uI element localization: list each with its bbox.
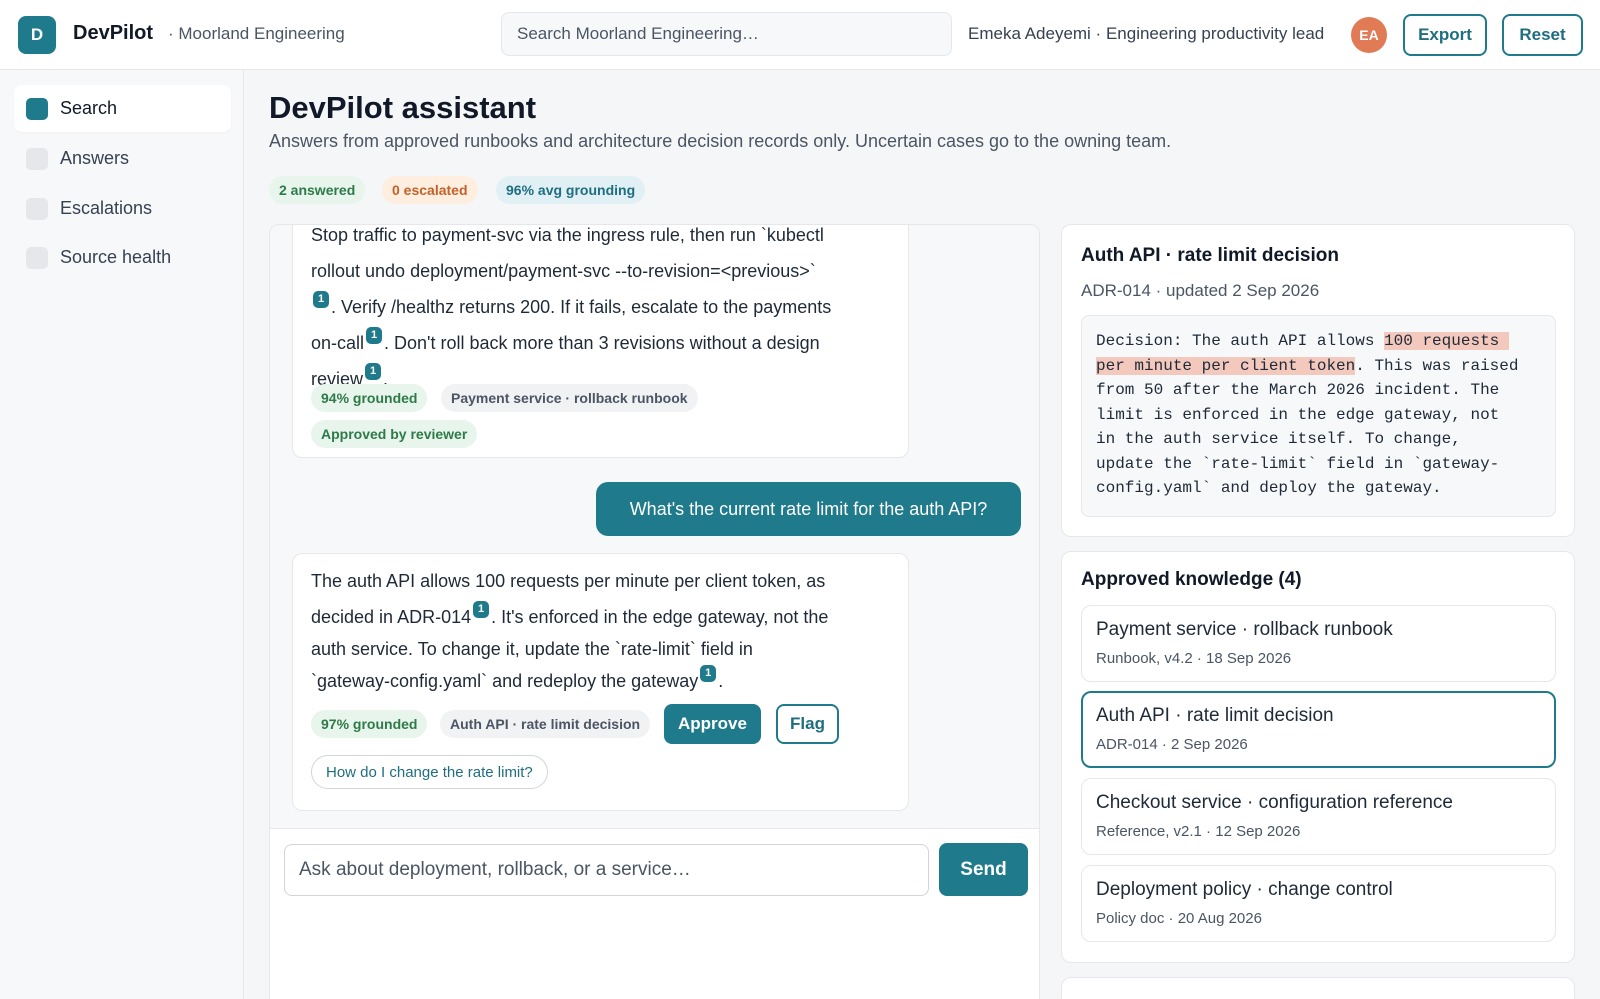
sidebar-item-answers[interactable]: Answers xyxy=(14,135,231,182)
follow-up-suggestion[interactable]: How do I change the rate limit? xyxy=(311,755,548,789)
sidebar-item-escalations[interactable]: Escalations xyxy=(14,185,231,232)
message-line: auth service. To change it, update the `… xyxy=(311,639,753,659)
assistant-message: Stop traffic to payment-svc via the ingr… xyxy=(292,225,909,458)
reset-button[interactable]: Reset xyxy=(1502,14,1583,56)
knowledge-item-meta: ADR-014 · 2 Sep 2026 xyxy=(1096,736,1248,753)
knowledge-item[interactable]: Checkout service · configuration referen… xyxy=(1081,778,1556,855)
knowledge-item[interactable]: Deployment policy · change control Polic… xyxy=(1081,865,1556,942)
grounding-badge: 96% avg grounding xyxy=(496,176,646,204)
escalated-badge: 0 escalated xyxy=(382,176,478,204)
approve-button[interactable]: Approve xyxy=(664,704,761,744)
document-title: Auth API · rate limit decision xyxy=(1081,245,1339,266)
approved-status-badge: Approved by reviewer xyxy=(311,420,478,448)
assistant-message: The auth API allows 100 requests per min… xyxy=(292,553,909,811)
sidebar-item-label: Answers xyxy=(60,148,130,168)
excerpt-line: update the `rate-limit` field in `gatewa… xyxy=(1096,454,1500,473)
knowledge-title: Approved knowledge (4) xyxy=(1081,569,1302,590)
document-meta: ADR-014 · updated 2 Sep 2026 xyxy=(1081,281,1320,300)
highlighted-passage: per minute per client token xyxy=(1096,356,1356,375)
sidebar: Search Answers Escalations Source health xyxy=(0,70,244,999)
knowledge-item-name: Checkout service · configuration referen… xyxy=(1096,792,1453,813)
escalations-nav-icon xyxy=(26,197,48,220)
knowledge-item-name: Auth API · rate limit decision xyxy=(1096,705,1334,726)
message-line: on-call 1. Don't roll back more than 3 re… xyxy=(311,327,820,353)
search-nav-icon xyxy=(26,97,48,120)
citation-marker[interactable]: 1 xyxy=(700,665,717,682)
message-line: The auth API allows 100 requests per min… xyxy=(311,571,826,591)
knowledge-item-meta: Runbook, v4.2 · 18 Sep 2026 xyxy=(1096,650,1292,667)
page-subtitle: Answers from approved runbooks and archi… xyxy=(269,131,1172,151)
document-preview: Auth API · rate limit decision ADR-014 ·… xyxy=(1061,224,1575,537)
page-title: DevPilot assistant xyxy=(269,90,537,125)
excerpt-line: Decision: The auth API allows 100 reques… xyxy=(1096,332,1509,350)
sidebar-item-search[interactable]: Search xyxy=(14,85,231,132)
citation-marker[interactable]: 1 xyxy=(473,601,490,618)
grounded-badge: 97% grounded xyxy=(311,710,428,738)
excerpt-line: from 50 after the March 2026 incident. T… xyxy=(1096,381,1500,399)
document-excerpt: Decision: The auth API allows 100 reques… xyxy=(1081,315,1556,517)
knowledge-item[interactable]: Auth API · rate limit decision ADR-014 ·… xyxy=(1081,691,1556,768)
source-chip[interactable]: Payment service · rollback runbook xyxy=(441,384,698,412)
knowledge-item[interactable]: Payment service · rollback runbook Runbo… xyxy=(1081,605,1556,682)
knowledge-item-name: Deployment policy · change control xyxy=(1096,879,1393,900)
ask-input[interactable] xyxy=(284,844,929,896)
source-chip[interactable]: Auth API · rate limit decision xyxy=(440,710,651,738)
knowledge-item-meta: Reference, v2.1 · 12 Sep 2026 xyxy=(1096,823,1301,840)
org-name: · Moorland Engineering xyxy=(168,24,345,43)
message-line: Stop traffic to payment-svc via the ingr… xyxy=(311,225,824,245)
excerpt-line: config.yaml` and deploy the gateway. xyxy=(1096,479,1442,497)
excerpt-line: per minute per client token. This was ra… xyxy=(1096,356,1519,375)
sidebar-item-source-health[interactable]: Source health xyxy=(14,234,231,281)
sidebar-item-label: Source health xyxy=(60,247,172,267)
source-health-nav-icon xyxy=(26,246,48,269)
excerpt-line: in the auth service itself. To change, xyxy=(1096,430,1461,448)
message-line: 1. Verify /healthz returns 200. If it fa… xyxy=(311,289,891,325)
search-input[interactable] xyxy=(501,12,952,56)
message-text: Stop traffic to payment-svc via the ingr… xyxy=(311,225,891,397)
approved-knowledge-panel: Approved knowledge (4) Payment service ·… xyxy=(1061,551,1575,963)
answers-nav-icon xyxy=(26,147,48,170)
knowledge-item-name: Payment service · rollback runbook xyxy=(1096,619,1393,640)
app-logo[interactable]: D xyxy=(18,16,56,54)
citation-marker[interactable]: 1 xyxy=(313,291,329,308)
excerpt-line: limit is enforced in the edge gateway, n… xyxy=(1096,405,1500,424)
message-line: `gateway-config.yaml` and redeploy the g… xyxy=(311,665,724,691)
answered-badge: 2 answered xyxy=(269,176,366,204)
additional-panel xyxy=(1061,977,1575,999)
citation-marker[interactable]: 1 xyxy=(366,327,383,344)
message-line: rollout undo deployment/payment-svc --to… xyxy=(311,261,816,281)
citation-marker[interactable]: 1 xyxy=(365,363,382,380)
knowledge-item-meta: Policy doc · 20 Aug 2026 xyxy=(1096,910,1262,927)
user-message: What's the current rate limit for the au… xyxy=(596,482,1021,536)
app-name: DevPilot xyxy=(73,22,154,44)
message-text: The auth API allows 100 requests per min… xyxy=(311,563,891,699)
chat-history[interactable]: Stop traffic to payment-svc via the ingr… xyxy=(270,225,1039,829)
send-button[interactable]: Send xyxy=(939,843,1028,896)
export-button[interactable]: Export xyxy=(1403,14,1487,56)
grounded-badge: 94% grounded xyxy=(311,384,428,412)
sidebar-item-label: Search xyxy=(60,98,118,118)
flag-button[interactable]: Flag xyxy=(776,704,839,744)
avatar[interactable]: EA xyxy=(1351,17,1387,53)
chat-panel: Stop traffic to payment-svc via the ingr… xyxy=(269,224,1040,999)
top-bar: D DevPilot · Moorland Engineering Emeka … xyxy=(0,0,1600,70)
user-name: Emeka Adeyemi · Engineering productivity… xyxy=(968,24,1325,43)
message-line: decided in ADR-014 1. It's enforced in th… xyxy=(311,601,829,627)
sidebar-item-label: Escalations xyxy=(60,198,153,218)
highlighted-passage: 100 requests xyxy=(1384,332,1509,350)
